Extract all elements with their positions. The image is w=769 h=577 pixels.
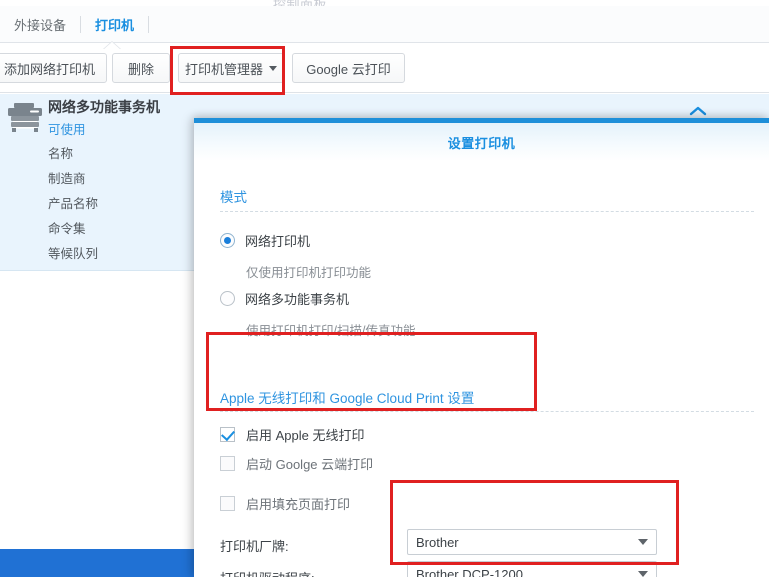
google-cloud-print-button[interactable]: Google 云打印 [292, 53, 405, 83]
printer-field-name: 名称 [48, 142, 98, 167]
add-network-printer-button[interactable]: 添加网络打印机 [0, 53, 107, 83]
printer-name: 网络多功能事务机 [48, 97, 160, 117]
radio-network-mfp[interactable]: 网络多功能事务机 [220, 289, 349, 308]
tab-printer-label: 打印机 [95, 15, 134, 34]
delete-label: 删除 [128, 59, 154, 78]
checkbox-enable-google-cloud-print-label: 启动 Goolge 云端打印 [246, 454, 373, 473]
chevron-up-icon[interactable] [689, 104, 707, 116]
chevron-down-icon [638, 539, 648, 545]
printer-brand-select[interactable]: Brother [407, 529, 657, 555]
tab-active-pointer [103, 42, 121, 50]
desktop-taskbar [0, 549, 196, 577]
checkbox-enable-airprint-label: 启用 Apple 无线打印 [246, 425, 364, 444]
tab-external-devices[interactable]: 外接设备 [0, 6, 80, 42]
checkbox-enable-google-cloud-print[interactable]: 启动 Goolge 云端打印 [220, 454, 373, 473]
chevron-down-icon [269, 66, 277, 71]
tab-external-devices-label: 外接设备 [14, 15, 66, 34]
mode-section-divider [220, 211, 754, 212]
printer-manager-button[interactable]: 打印机管理器 [178, 53, 284, 83]
printer-driver-label: 打印机驱动程序: [220, 568, 315, 577]
checkbox-enable-airprint[interactable]: 启用 Apple 无线打印 [220, 425, 364, 444]
printer-field-list: 名称 制造商 产品名称 命令集 等候队列 [48, 142, 98, 267]
dialog-body: 模式 网络打印机 仅使用打印机打印功能 网络多功能事务机 使用打印机打印/扫描/… [194, 161, 769, 577]
checkbox-enable-banner-page-label: 启用填充页面打印 [246, 494, 350, 513]
radio-network-printer-label: 网络打印机 [245, 231, 310, 250]
printer-driver-select[interactable]: Brother DCP-1200 [407, 561, 657, 577]
delete-button[interactable]: 删除 [112, 53, 170, 83]
printer-field-cmdset: 命令集 [48, 217, 98, 242]
radio-network-printer-hint: 仅使用打印机打印功能 [246, 262, 371, 281]
printer-manager-label: 打印机管理器 [185, 59, 263, 78]
checkbox-enable-banner-page[interactable]: 启用填充页面打印 [220, 494, 350, 513]
checkbox-enable-airprint-box[interactable] [220, 427, 235, 442]
printer-icon [6, 101, 46, 133]
setup-printer-dialog: 设置打印机 模式 网络打印机 仅使用打印机打印功能 网络多功能事务机 使用打印机… [194, 118, 769, 577]
checkbox-enable-google-cloud-print-box[interactable] [220, 456, 235, 471]
printer-field-queue: 等候队列 [48, 242, 98, 267]
printer-field-maker: 制造商 [48, 167, 98, 192]
dialog-title: 设置打印机 [448, 133, 516, 152]
printer-field-product: 产品名称 [48, 192, 98, 217]
apple-google-section-title: Apple 无线打印和 Google Cloud Print 设置 [220, 387, 474, 407]
printer-brand-label: 打印机厂牌: [220, 536, 289, 555]
radio-network-printer-indicator[interactable] [220, 233, 235, 248]
tab-divider-2 [148, 16, 149, 33]
tab-printer[interactable]: 打印机 [81, 6, 148, 42]
tab-strip: 外接设备 打印机 [0, 6, 769, 43]
radio-network-mfp-indicator[interactable] [220, 291, 235, 306]
add-network-printer-label: 添加网络打印机 [4, 59, 95, 78]
printer-driver-value: Brother DCP-1200 [416, 567, 638, 577]
screenshot-root: 控制面板 外接设备 打印机 添加网络打印机 删除 打印机管理器 [0, 0, 769, 577]
radio-network-mfp-label: 网络多功能事务机 [245, 289, 349, 308]
checkbox-enable-banner-page-box[interactable] [220, 496, 235, 511]
chevron-down-icon [638, 571, 648, 577]
radio-network-mfp-hint: 使用打印机打印/扫描/传真功能 [246, 320, 415, 339]
dialog-header: 设置打印机 [194, 123, 769, 161]
printer-status: 可使用 [48, 119, 86, 138]
radio-network-printer[interactable]: 网络打印机 [220, 231, 310, 250]
printer-toolbar: 添加网络打印机 删除 打印机管理器 Google 云打印 [0, 44, 769, 93]
mode-section-title: 模式 [220, 186, 247, 206]
apple-google-section-divider [220, 411, 754, 412]
printer-brand-value: Brother [416, 535, 638, 550]
google-cloud-print-label: Google 云打印 [306, 59, 391, 78]
